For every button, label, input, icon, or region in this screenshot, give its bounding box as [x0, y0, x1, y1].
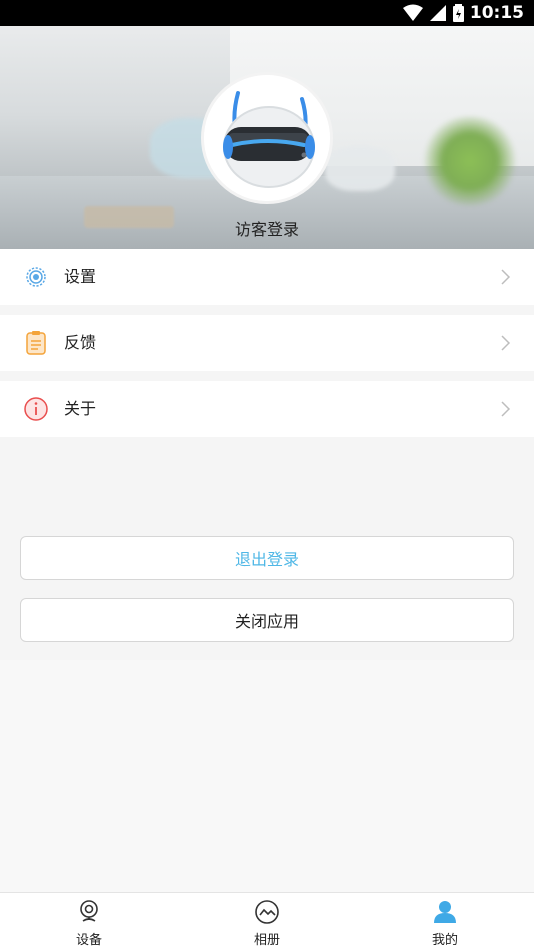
chevron-right-icon: [501, 269, 511, 285]
settings-gear-icon: [26, 267, 46, 287]
logout-button[interactable]: 退出登录: [20, 536, 514, 580]
battery-icon: [452, 4, 464, 22]
wifi-icon: [402, 4, 423, 21]
status-icons: 10:15: [402, 3, 524, 23]
content-background: [0, 660, 534, 892]
avatar-name[interactable]: 访客登录: [0, 216, 534, 240]
tab-album[interactable]: 相册: [178, 893, 356, 950]
profile-person-icon: [434, 901, 456, 923]
tab-label: 设备: [75, 933, 102, 948]
chevron-right-icon: [501, 335, 511, 351]
cell-signal-icon: [429, 5, 446, 21]
tab-label: 我的: [431, 933, 458, 948]
menu-item-settings[interactable]: 设置: [0, 249, 534, 305]
bottom-tab-bar: 设备 相册 我的: [0, 892, 534, 950]
header-background-plant: [420, 116, 520, 206]
tab-label: 相册: [253, 933, 280, 948]
chevron-right-icon: [501, 401, 511, 417]
menu-item-about[interactable]: 关于: [0, 381, 534, 437]
menu-item-label: 设置: [64, 267, 97, 286]
menu-item-label: 反馈: [64, 333, 97, 352]
status-bar: 10:15: [0, 0, 534, 26]
about-info-icon: [24, 397, 48, 421]
feedback-document-icon: [26, 331, 46, 355]
header-background-pillow-2: [325, 146, 395, 191]
camera-device-icon: [80, 900, 98, 922]
status-time: 10:15: [469, 3, 524, 23]
avatar[interactable]: [201, 72, 333, 204]
tab-device[interactable]: 设备: [0, 893, 178, 950]
robot-avatar-icon: [204, 75, 330, 201]
menu-item-feedback[interactable]: 反馈: [0, 315, 534, 371]
menu-item-label: 关于: [64, 399, 97, 418]
close-app-button[interactable]: 关闭应用: [20, 598, 514, 642]
album-icon: [255, 900, 279, 924]
tab-profile[interactable]: 我的: [356, 893, 534, 950]
